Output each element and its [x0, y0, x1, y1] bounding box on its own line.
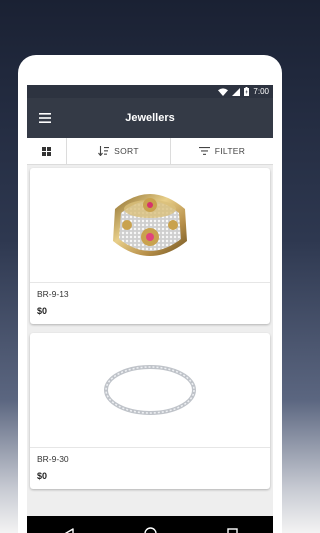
recents-button[interactable] — [212, 516, 252, 533]
product-card[interactable]: BR-9-30 $0 — [30, 333, 270, 489]
app-screen: 7:00 Jewellers SORT FILTER BR-9-13 $0 BR… — [27, 85, 273, 525]
sort-icon — [98, 146, 110, 156]
back-icon — [63, 527, 74, 533]
product-image[interactable] — [30, 333, 270, 448]
product-card[interactable]: BR-9-13 $0 — [30, 168, 270, 324]
signal-icon — [232, 87, 241, 96]
filter-label: FILTER — [214, 146, 246, 156]
recents-icon — [226, 528, 238, 533]
home-icon — [143, 527, 157, 533]
status-time: 7:00 — [253, 87, 269, 96]
back-button[interactable] — [48, 516, 88, 533]
product-sku: BR-9-30 — [37, 454, 69, 464]
filter-icon — [198, 147, 210, 155]
grid-view-icon — [42, 146, 51, 156]
status-bar: 7:00 — [27, 85, 273, 98]
action-bar: SORT FILTER — [27, 138, 273, 165]
menu-button[interactable] — [27, 98, 63, 138]
product-sku: BR-9-13 — [37, 289, 69, 299]
grid-view-button[interactable] — [27, 138, 67, 164]
wifi-icon — [218, 87, 229, 96]
product-image[interactable] — [30, 168, 270, 283]
system-nav-bar — [27, 516, 273, 533]
silver-bangle-image — [104, 365, 196, 415]
product-price: $0 — [37, 471, 48, 481]
page-title: Jewellers — [125, 112, 175, 124]
hamburger-menu-icon — [39, 113, 51, 123]
sort-button[interactable]: SORT — [67, 138, 171, 164]
gold-bangle-image — [113, 194, 187, 256]
battery-icon — [244, 87, 250, 96]
phone-frame: 7:00 Jewellers SORT FILTER BR-9-13 $0 BR… — [18, 55, 282, 533]
product-price: $0 — [37, 306, 48, 316]
app-toolbar: Jewellers — [27, 98, 273, 138]
sort-label: SORT — [114, 146, 139, 156]
filter-button[interactable]: FILTER — [171, 138, 273, 164]
home-button[interactable] — [130, 516, 170, 533]
product-list: BR-9-13 $0 BR-9-30 $0 — [27, 165, 273, 489]
